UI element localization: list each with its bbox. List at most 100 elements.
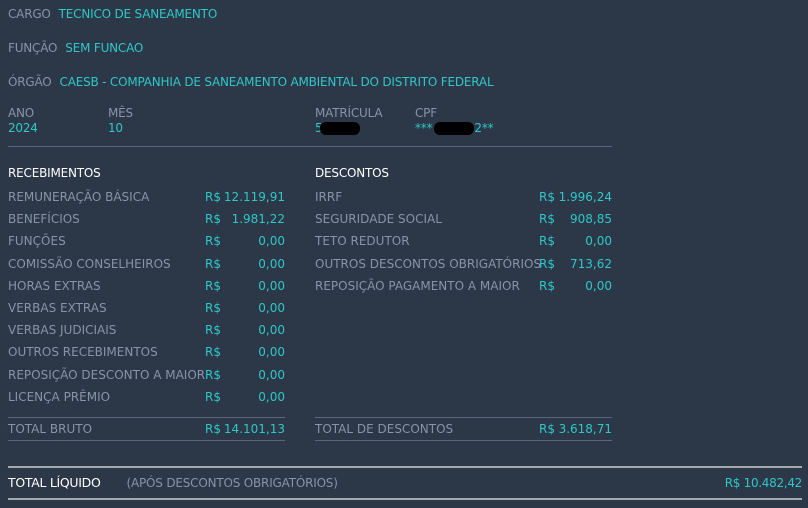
- matricula-label: MATRÍCULA: [315, 106, 383, 120]
- item-amount: 908,85: [570, 212, 612, 227]
- ano-value: 2024: [8, 121, 38, 135]
- funcao-label: FUNÇÃO: [8, 41, 58, 55]
- item-label: VERBAS JUDICIAIS: [8, 323, 117, 338]
- cargo-row: CARGO TECNICO DE SANEAMENTO: [8, 7, 217, 21]
- total-liquido-value: R$ 10.482,42: [724, 476, 803, 490]
- total-liquido-subtitle: (APÓS DESCONTOS OBRIGATÓRIOS): [126, 476, 338, 490]
- item-label: VERBAS EXTRAS: [8, 300, 107, 315]
- cpf-prefix: ***: [415, 121, 433, 135]
- divider: [315, 440, 612, 441]
- matricula-value: 5: [315, 121, 382, 136]
- total-bruto-row: TOTAL BRUTO R$ 14.101,13: [8, 418, 285, 440]
- item-amount: 1.981,22: [231, 212, 285, 227]
- currency-symbol: R$: [539, 422, 555, 436]
- item-label: REPOSIÇÃO DESCONTO A MAIOR: [8, 367, 206, 382]
- mes-label: MÊS: [108, 106, 133, 120]
- total-liquido-row: TOTAL LÍQUIDO (APÓS DESCONTOS OBRIGATÓRIO…: [8, 472, 802, 494]
- item-label: REMUNERAÇÃO BÁSICA: [8, 190, 150, 204]
- recebimentos-item: REMUNERAÇÃO BÁSICA R$ 12.119,91: [8, 186, 285, 208]
- mes-field: MÊS 10: [108, 106, 133, 136]
- item-label: OUTROS DESCONTOS OBRIGATÓRIOS: [315, 256, 542, 271]
- currency-symbol: R$: [205, 256, 221, 271]
- item-label: IRRF: [315, 190, 343, 204]
- recebimentos-item: COMISSÃO CONSELHEIROS R$ 0,00: [8, 253, 285, 275]
- item-label: SEGURIDADE SOCIAL: [315, 212, 442, 227]
- funcao-value: SEM FUNCAO: [65, 41, 144, 55]
- item-label: OUTROS RECEBIMENTOS: [8, 345, 158, 360]
- total-descontos-value: 3.618,71: [558, 422, 612, 436]
- item-amount: 0,00: [258, 300, 285, 315]
- divider-thick: [8, 498, 802, 500]
- item-amount: 0,00: [258, 323, 285, 338]
- descontos-item: OUTROS DESCONTOS OBRIGATÓRIOS R$ 713,62: [315, 253, 612, 275]
- cpf-label: CPF: [415, 106, 437, 120]
- cargo-label: CARGO: [8, 7, 51, 21]
- orgao-value: CAESB - COMPANHIA DE SANEAMENTO AMBIENTA…: [59, 75, 494, 89]
- descontos-list: IRRF R$ 1.996,24 SEGURIDADE SOCIAL R$ 908,85 T…: [315, 186, 612, 297]
- recebimentos-item: HORAS EXTRAS R$ 0,00: [8, 275, 285, 297]
- descontos-item: SEGURIDADE SOCIAL R$ 908,85: [315, 208, 612, 230]
- item-amount: 12.119,91: [223, 190, 285, 204]
- item-label: TETO REDUTOR: [315, 234, 410, 249]
- currency-symbol: R$: [205, 345, 221, 360]
- item-label: REPOSIÇÃO PAGAMENTO A MAIOR: [315, 278, 520, 293]
- orgao-label: ÓRGÃO: [8, 75, 52, 89]
- currency-symbol: R$: [205, 190, 221, 204]
- item-label: COMISSÃO CONSELHEIROS: [8, 256, 171, 271]
- descontos-item: IRRF R$ 1.996,24: [315, 186, 612, 208]
- recebimentos-item: LICENÇA PRÊMIO R$ 0,00: [8, 386, 285, 408]
- recebimentos-item: REPOSIÇÃO DESCONTO A MAIOR R$ 0,00: [8, 364, 285, 386]
- total-bruto-value: 14.101,13: [223, 422, 285, 436]
- ano-label: ANO: [8, 106, 35, 120]
- currency-symbol: R$: [539, 256, 555, 271]
- cpf-field: CPF *** 2**: [415, 106, 494, 136]
- item-amount: 0,00: [258, 389, 285, 404]
- recebimentos-item: OUTROS RECEBIMENTOS R$ 0,00: [8, 341, 285, 363]
- divider: [8, 146, 612, 147]
- cpf-suffix: 2**: [474, 121, 494, 135]
- cargo-value: TECNICO DE SANEAMENTO: [58, 7, 218, 21]
- redaction-mark: [434, 122, 475, 135]
- currency-symbol: R$: [539, 278, 555, 293]
- divider: [8, 440, 285, 441]
- orgao-row: ÓRGÃO CAESB - COMPANHIA DE SANEAMENTO AMB…: [8, 75, 494, 89]
- item-label: LICENÇA PRÊMIO: [8, 389, 111, 404]
- currency-symbol: R$: [205, 389, 221, 404]
- currency-symbol: R$: [205, 234, 221, 249]
- recebimentos-item: VERBAS EXTRAS R$ 0,00: [8, 297, 285, 319]
- descontos-title: DESCONTOS: [315, 166, 389, 180]
- cpf-value: *** 2**: [415, 121, 494, 136]
- divider-thick: [8, 466, 802, 468]
- recebimentos-list: REMUNERAÇÃO BÁSICA R$ 12.119,91 BENEFÍCIOS R…: [8, 186, 285, 408]
- item-amount: 0,00: [258, 367, 285, 382]
- currency-symbol: R$: [539, 234, 555, 249]
- item-label: HORAS EXTRAS: [8, 278, 101, 293]
- currency-symbol: R$: [539, 212, 555, 227]
- redaction-mark: [320, 122, 361, 135]
- currency-symbol: R$: [205, 278, 221, 293]
- recebimentos-item: BENEFÍCIOS R$ 1.981,22: [8, 208, 285, 230]
- currency-symbol: R$: [205, 323, 221, 338]
- item-amount: 0,00: [258, 345, 285, 360]
- item-amount: 0,00: [258, 278, 285, 293]
- item-label: BENEFÍCIOS: [8, 212, 80, 227]
- total-descontos-row: TOTAL DE DESCONTOS R$ 3.618,71: [315, 418, 612, 440]
- total-descontos-label: TOTAL DE DESCONTOS: [315, 422, 454, 436]
- total-bruto-label: TOTAL BRUTO: [8, 422, 93, 436]
- item-amount: 0,00: [258, 256, 285, 271]
- recebimentos-item: VERBAS JUDICIAIS R$ 0,00: [8, 319, 285, 341]
- item-amount: 0,00: [585, 234, 612, 249]
- item-amount: 713,62: [570, 256, 612, 271]
- matricula-field: MATRÍCULA 5: [315, 106, 383, 136]
- funcao-row: FUNÇÃO SEM FUNCAO: [8, 41, 143, 55]
- recebimentos-item: FUNÇÕES R$ 0,00: [8, 230, 285, 252]
- salary-detail-panel: CARGO TECNICO DE SANEAMENTO FUNÇÃO SEM FUN…: [0, 0, 808, 508]
- item-label: FUNÇÕES: [8, 234, 66, 249]
- descontos-item: REPOSIÇÃO PAGAMENTO A MAIOR R$ 0,00: [315, 275, 612, 297]
- total-liquido-title: TOTAL LÍQUIDO: [8, 475, 101, 490]
- item-amount: 0,00: [258, 234, 285, 249]
- mes-value: 10: [108, 121, 123, 135]
- currency-symbol: R$: [205, 300, 221, 315]
- currency-symbol: R$: [539, 190, 555, 204]
- currency-symbol: R$: [205, 212, 221, 227]
